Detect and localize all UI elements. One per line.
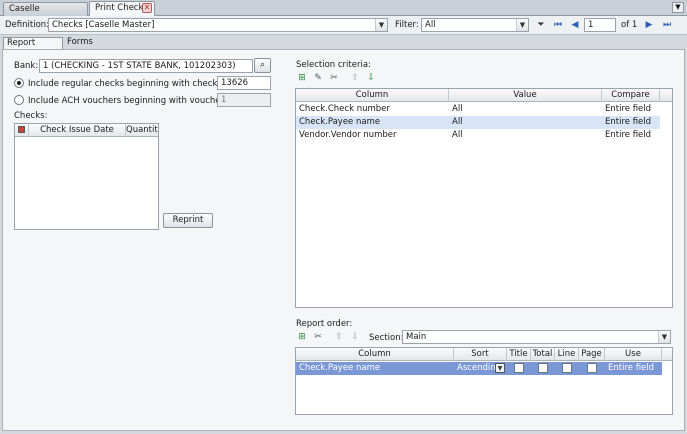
table-row[interactable]: Vendor.Vendor number All Entire field (296, 129, 672, 142)
report-order-grid[interactable]: Column Sort Title Total Line Page Use Ch… (295, 347, 673, 415)
next-page-icon[interactable]: ▶ (643, 19, 655, 31)
bank-label: Bank: (14, 61, 39, 71)
filter-funnel-icon[interactable]: ⏷ (535, 19, 547, 31)
page-count-label: of 1 (621, 20, 638, 30)
definition-label: Definition: (5, 20, 50, 30)
column-header-quantity[interactable]: Quantity (126, 124, 158, 137)
criteria-compare-cell: Entire field (605, 117, 652, 127)
reprint-button[interactable]: Reprint (163, 213, 213, 228)
section-value: Main (406, 332, 427, 342)
selection-criteria-label: Selection criteria: (296, 60, 371, 70)
close-tab-icon[interactable]: ✕ (142, 3, 152, 13)
title-checkbox[interactable] (514, 363, 524, 373)
criteria-value-cell: All (452, 130, 463, 140)
definition-dropdown[interactable]: Checks [Caselle Master] ▼ (48, 18, 388, 32)
table-row[interactable]: Check.Check number All Entire field (296, 103, 672, 116)
reprint-label: Reprint (172, 215, 204, 225)
binoculars-icon[interactable]: ⌕ (254, 58, 271, 73)
column-header-line[interactable]: Line (555, 348, 579, 361)
total-checkbox[interactable] (538, 363, 548, 373)
section-label: Section: (369, 333, 404, 343)
criteria-value-cell: All (452, 117, 463, 127)
select-all-cell[interactable] (15, 124, 29, 137)
chevron-down-icon: ▼ (375, 19, 387, 31)
line-checkbox[interactable] (562, 363, 572, 373)
add-order-icon[interactable]: ⊞ (296, 331, 308, 343)
move-down-icon[interactable]: ⇩ (349, 331, 361, 343)
report-order-header: Column Sort Title Total Line Page Use (296, 348, 672, 361)
bank-value: 1 (CHECKING - 1ST STATE BANK, 101202303) (43, 61, 236, 71)
order-sort-dropdown[interactable]: Ascending ▼ (454, 362, 507, 375)
chevron-down-icon: ▼ (658, 331, 670, 343)
column-header-page[interactable]: Page (579, 348, 605, 361)
edit-criteria-icon[interactable]: ✎ (312, 72, 324, 84)
criteria-compare-cell: Entire field (605, 130, 652, 140)
bank-input[interactable]: 1 (CHECKING - 1ST STATE BANK, 101202303) (39, 59, 253, 73)
table-row[interactable]: Check.Payee name Ascending ▼ Entire fiel… (296, 362, 662, 375)
filter-label: Filter: (395, 20, 419, 30)
select-all-icon (18, 125, 25, 133)
criteria-column-cell: Check.Check number (299, 104, 390, 114)
move-down-icon[interactable]: ⇩ (365, 72, 377, 84)
page-number-input[interactable]: 1 (584, 18, 616, 32)
filter-value: All (425, 20, 436, 30)
previous-page-icon[interactable]: ◀ (569, 19, 581, 31)
first-page-icon[interactable]: ⏮ (552, 19, 564, 31)
filter-dropdown[interactable]: All ▼ (421, 18, 529, 32)
column-header-title[interactable]: Title (507, 348, 531, 361)
page-checkbox[interactable] (587, 363, 597, 373)
check-number-input[interactable]: 13626 (217, 76, 271, 90)
remove-order-icon[interactable]: ✂ (312, 331, 324, 343)
tab-menu-chevron-icon[interactable]: ▼ (672, 2, 684, 13)
tab-label: Print Checks (95, 3, 148, 13)
checks-label: Checks: (14, 111, 48, 121)
criteria-compare-cell: Entire field (605, 104, 652, 114)
chevron-down-icon: ▼ (516, 19, 528, 31)
order-column-cell: Check.Payee name (299, 363, 381, 373)
criteria-column-cell: Vendor.Vendor number (299, 130, 397, 140)
column-header-total[interactable]: Total (531, 348, 555, 361)
voucher-number-value: 1 (221, 95, 227, 105)
section-dropdown[interactable]: Main ▼ (402, 330, 671, 344)
checks-grid[interactable]: Check Issue Date Quantity (14, 123, 159, 230)
page-number-value: 1 (588, 20, 594, 30)
move-up-icon[interactable]: ⇧ (333, 331, 345, 343)
criteria-column-cell: Check.Payee name (299, 117, 381, 127)
selection-criteria-grid[interactable]: Column Value Compare Check.Check number … (295, 88, 673, 308)
report-order-label: Report order: (296, 319, 353, 329)
last-page-icon[interactable]: ⏭ (661, 19, 673, 31)
column-header-column[interactable]: Column (296, 348, 454, 361)
subtab-label: Forms (67, 37, 93, 47)
check-number-value: 13626 (221, 78, 249, 88)
tab-caselle-connect[interactable]: Caselle Connect® (3, 2, 88, 26)
voucher-number-input[interactable]: 1 (217, 93, 271, 107)
regular-checks-radio[interactable] (14, 78, 24, 88)
selection-grid-header: Column Value Compare (296, 89, 672, 102)
column-header-column[interactable]: Column (296, 89, 449, 102)
chevron-down-icon: ▼ (495, 363, 505, 373)
column-header-use[interactable]: Use (605, 348, 662, 361)
tab-strip: Caselle Connect® Print Checks ✕ ▼ (0, 0, 687, 26)
remove-criteria-icon[interactable]: ✂ (328, 72, 340, 84)
order-use-cell: Entire field (608, 363, 655, 373)
criteria-value-cell: All (452, 104, 463, 114)
checks-grid-header: Check Issue Date Quantity (15, 124, 158, 137)
column-header-sort[interactable]: Sort (454, 348, 507, 361)
move-up-icon[interactable]: ⇧ (349, 72, 361, 84)
column-header-value[interactable]: Value (449, 89, 602, 102)
definition-value: Checks [Caselle Master] (52, 20, 155, 30)
table-row[interactable]: Check.Payee name All Entire field (296, 116, 660, 129)
column-header-compare[interactable]: Compare (602, 89, 660, 102)
add-criteria-icon[interactable]: ⊞ (296, 72, 308, 84)
ach-vouchers-radio[interactable] (14, 95, 24, 105)
column-header-check-issue-date[interactable]: Check Issue Date (29, 124, 126, 137)
